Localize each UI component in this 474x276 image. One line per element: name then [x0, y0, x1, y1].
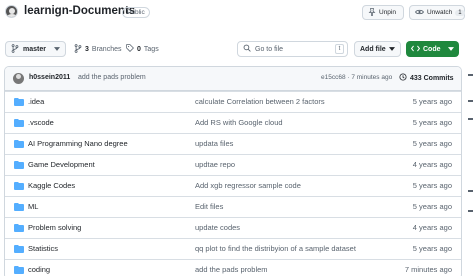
folder-icon [14, 119, 24, 127]
repo-header: learnign-Documents Public Unpin Unwatch … [0, 0, 474, 30]
commits-link[interactable]: 433 Commits [399, 73, 454, 83]
pin-icon [368, 7, 376, 18]
chevron-down-icon [389, 46, 395, 53]
file-commit-time: 7 minutes ago [404, 265, 452, 274]
tag-icon [126, 44, 134, 54]
commit-hash-time[interactable]: e15cc68 · 7 minutes ago [321, 74, 392, 81]
file-commit-time: 5 years ago [412, 202, 452, 211]
commit-author[interactable]: h0ssein2011 [29, 74, 70, 81]
file-row[interactable]: .vscode Add RS with Google cloud 5 years… [5, 112, 461, 133]
owner-avatar[interactable] [5, 5, 18, 18]
folder-icon [14, 182, 24, 190]
file-row[interactable]: Problem solving update codes 4 years ago [5, 217, 461, 238]
tags-label: Tags [143, 45, 159, 53]
search-icon [243, 44, 251, 54]
file-commit-time: 5 years ago [412, 244, 452, 253]
file-table: h0ssein2011 add the pads problem e15cc68… [4, 66, 462, 276]
file-name[interactable]: ML [28, 202, 38, 211]
folder-icon [14, 245, 24, 253]
file-row[interactable]: Kaggle Codes Add xgb regressor sample co… [5, 175, 461, 196]
unpin-button[interactable]: Unpin [362, 5, 404, 20]
file-row[interactable]: .idea calculate Correlation between 2 fa… [5, 91, 461, 112]
file-commit-time: 4 years ago [412, 223, 452, 232]
folder-icon [14, 98, 24, 106]
file-name[interactable]: Statistics [28, 244, 58, 253]
file-name[interactable]: .vscode [28, 118, 54, 127]
chevron-down-icon [54, 46, 60, 53]
folder-icon [14, 224, 24, 232]
commit-message[interactable]: add the pads problem [78, 74, 146, 81]
branches-count: 3 [85, 46, 89, 53]
add-file-button[interactable]: Add file [354, 41, 401, 57]
watchers-count: 1 [455, 9, 465, 16]
sidebar-fragment [468, 74, 473, 76]
sidebar-edge [464, 50, 474, 276]
file-name[interactable]: Kaggle Codes [28, 181, 75, 190]
folder-icon [14, 203, 24, 211]
file-commit-message[interactable]: add the pads problem [195, 265, 268, 274]
file-name[interactable]: Game Development [28, 160, 95, 169]
branches-link[interactable]: 3 Branches [74, 44, 121, 55]
commits-count: 433 Commits [410, 74, 454, 82]
latest-commit-bar: h0ssein2011 add the pads problem e15cc68… [5, 67, 461, 91]
file-commit-message[interactable]: updtae repo [195, 160, 235, 169]
history-icon [399, 73, 407, 83]
branches-label: Branches [91, 46, 122, 53]
sidebar-fragment [468, 118, 473, 120]
sidebar-fragment [468, 100, 473, 102]
author-avatar[interactable] [13, 73, 24, 84]
chevron-down-icon [448, 46, 454, 53]
file-commit-time: 5 years ago [412, 139, 452, 148]
branch-selector[interactable]: master [5, 41, 66, 57]
file-commit-message[interactable]: Add xgb regressor sample code [195, 181, 301, 190]
file-name[interactable]: AI Programming Nano degree [28, 139, 128, 148]
tags-count: 0 [137, 45, 141, 53]
file-commit-message[interactable]: calculate Correlation between 2 factors [195, 97, 325, 106]
tags-link[interactable]: 0 Tags [126, 44, 159, 54]
branch-icon [74, 44, 82, 55]
file-commit-message[interactable]: updata files [195, 139, 233, 148]
folder-icon [14, 140, 24, 148]
code-label: Code [423, 45, 441, 53]
file-name[interactable]: .idea [28, 97, 44, 106]
go-to-file-input[interactable]: Go to file t [237, 41, 348, 57]
go-to-file-placeholder: Go to file [255, 45, 284, 53]
file-row[interactable]: Statistics qq plot to find the distribyi… [5, 238, 461, 259]
file-row[interactable]: coding add the pads problem 7 minutes ag… [5, 259, 461, 276]
file-commit-message[interactable]: Edit files [195, 202, 223, 211]
file-commit-time: 5 years ago [412, 118, 452, 127]
repo-name[interactable]: learnign-Documents [24, 5, 135, 17]
file-commit-message[interactable]: Add RS with Google cloud [195, 118, 283, 127]
branch-name: master [23, 45, 46, 53]
unwatch-button[interactable]: Unwatch 1 [409, 5, 465, 20]
eye-icon [415, 8, 424, 18]
file-name[interactable]: Problem solving [28, 223, 81, 232]
visibility-badge: Public [122, 7, 150, 18]
keyboard-shortcut-hint: t [335, 44, 344, 54]
sidebar-fragment [468, 190, 473, 192]
sidebar-fragment [468, 210, 473, 212]
branch-icon [11, 43, 19, 55]
file-commit-time: 5 years ago [412, 97, 452, 106]
repo-toolbar: master 3 Branches 0 Tags Go to file t Ad… [0, 38, 474, 60]
file-commit-time: 5 years ago [412, 181, 452, 190]
unpin-label: Unpin [379, 9, 396, 16]
folder-icon [14, 266, 24, 274]
file-commit-message[interactable]: update codes [195, 223, 240, 232]
file-row[interactable]: Game Development updtae repo 4 years ago [5, 154, 461, 175]
file-name[interactable]: coding [28, 265, 50, 274]
file-commit-time: 4 years ago [412, 160, 452, 169]
code-button[interactable]: Code [406, 41, 459, 57]
unwatch-label: Unwatch [427, 9, 453, 16]
file-commit-message[interactable]: qq plot to find the distribyion of a sam… [195, 244, 356, 253]
file-row[interactable]: ML Edit files 5 years ago [5, 196, 461, 217]
add-file-label: Add file [360, 45, 386, 53]
code-icon [410, 45, 421, 54]
folder-icon [14, 161, 24, 169]
file-row[interactable]: AI Programming Nano degree updata files … [5, 133, 461, 154]
